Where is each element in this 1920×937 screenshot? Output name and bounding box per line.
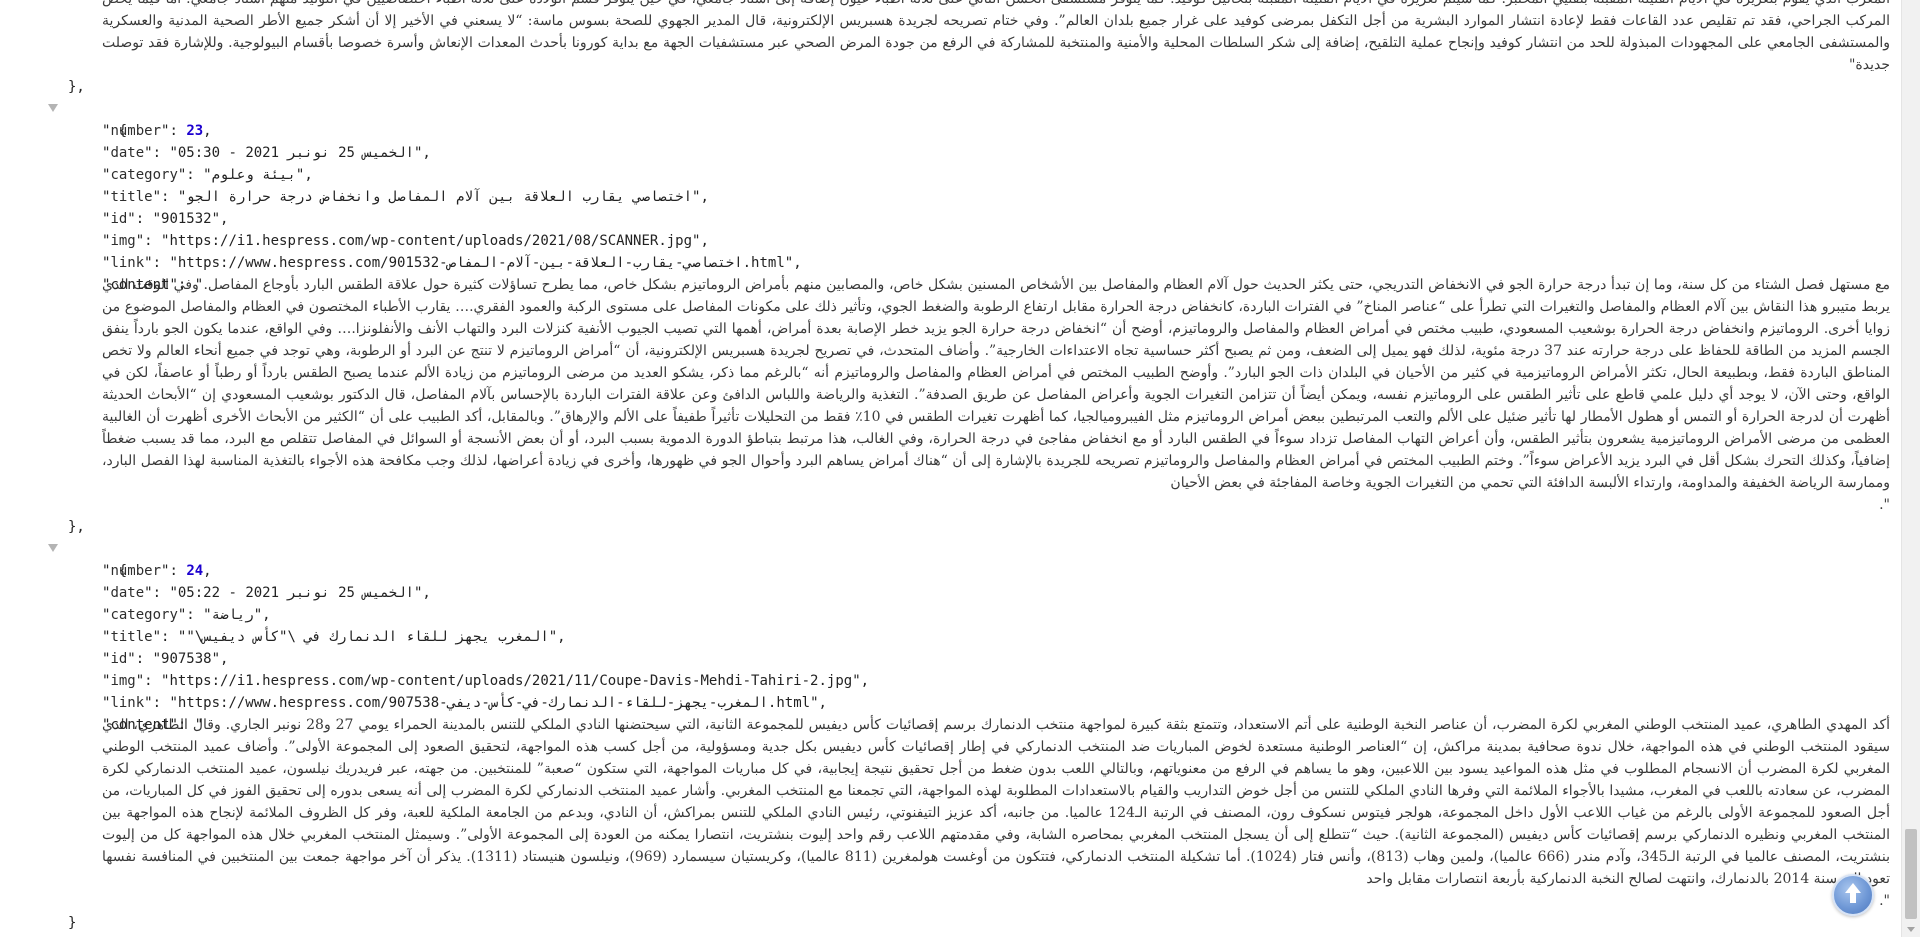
item-23-number: "number": 23, [102,123,212,139]
item-24-id: "id": "907538", [102,651,229,667]
item-23-open[interactable]: { [0,98,1902,139]
item-24-number: "number": 24, [102,563,212,579]
arrow-up-stem [1850,892,1856,903]
caret-down-icon[interactable] [48,104,58,112]
item-23-content-text: مع مستهل فصل الشتاء من كل سنة، وما إن تب… [102,277,1891,491]
vertical-scrollbar[interactable] [1901,0,1920,937]
item-24-open[interactable]: { [0,538,1902,579]
item-23-close-brace: }, [68,519,85,535]
item-24-date: "date": "الخميس 25 نونبر 2021 - 05:22", [102,585,431,601]
item-24-close-brace: } [68,915,77,931]
content-key-label: "content": " [102,717,204,733]
json-viewer: المغرب الذي يقوم بتعزيزه في الأيام القلي… [0,0,1902,937]
item-23-content-end: ". [1879,497,1890,513]
item-23-content: "content": " مع مستهل فصل الشتاء من كل س… [102,274,1890,516]
previous-item-close-brace: }, [68,79,85,95]
previous-item-content-tail: المغرب الذي يقوم بتعزيزه في الأيام القلي… [102,0,1890,73]
scroll-to-top-button[interactable] [1832,874,1874,916]
item-23-date: "date": "الخميس 25 نونبر 2021 - 05:30", [102,145,431,161]
item-23-title: "title": "اختصاصي يقارب العلاقة بين آلام… [102,189,709,205]
json-document: المغرب الذي يقوم بتعزيزه في الأيام القلي… [0,0,1902,937]
item-24-content-end: ". [1879,893,1890,909]
item-23-img: "img": "https://i1.hespress.com/wp-conte… [102,233,709,249]
content-key-label: "content": " [102,277,204,293]
item-23-link: "link": "https://www.hespress.com/اختصاص… [102,255,802,271]
item-24-link: "link": "https://www.hespress.com/المغرب… [102,695,827,711]
item-24-img: "img": "https://i1.hespress.com/wp-conte… [102,673,870,689]
item-23-id: "id": "901532", [102,211,229,227]
scrollbar-thumb[interactable] [1905,829,1917,919]
scroll-down-arrow-icon[interactable] [1907,927,1915,932]
item-24-content: "content": " أكد المهدي الطاهري، عميد ال… [102,714,1890,912]
caret-down-icon[interactable] [48,544,58,552]
item-23-category: "category": "بيئة وعلوم", [102,167,313,183]
item-24-category: "category": "رياضة", [102,607,271,623]
item-24-content-text: أكد المهدي الطاهري، عميد المنتخب الوطني … [102,717,1890,887]
item-24-title: "title": "المغرب يجهز للقاء الدنمارك في … [102,629,566,645]
